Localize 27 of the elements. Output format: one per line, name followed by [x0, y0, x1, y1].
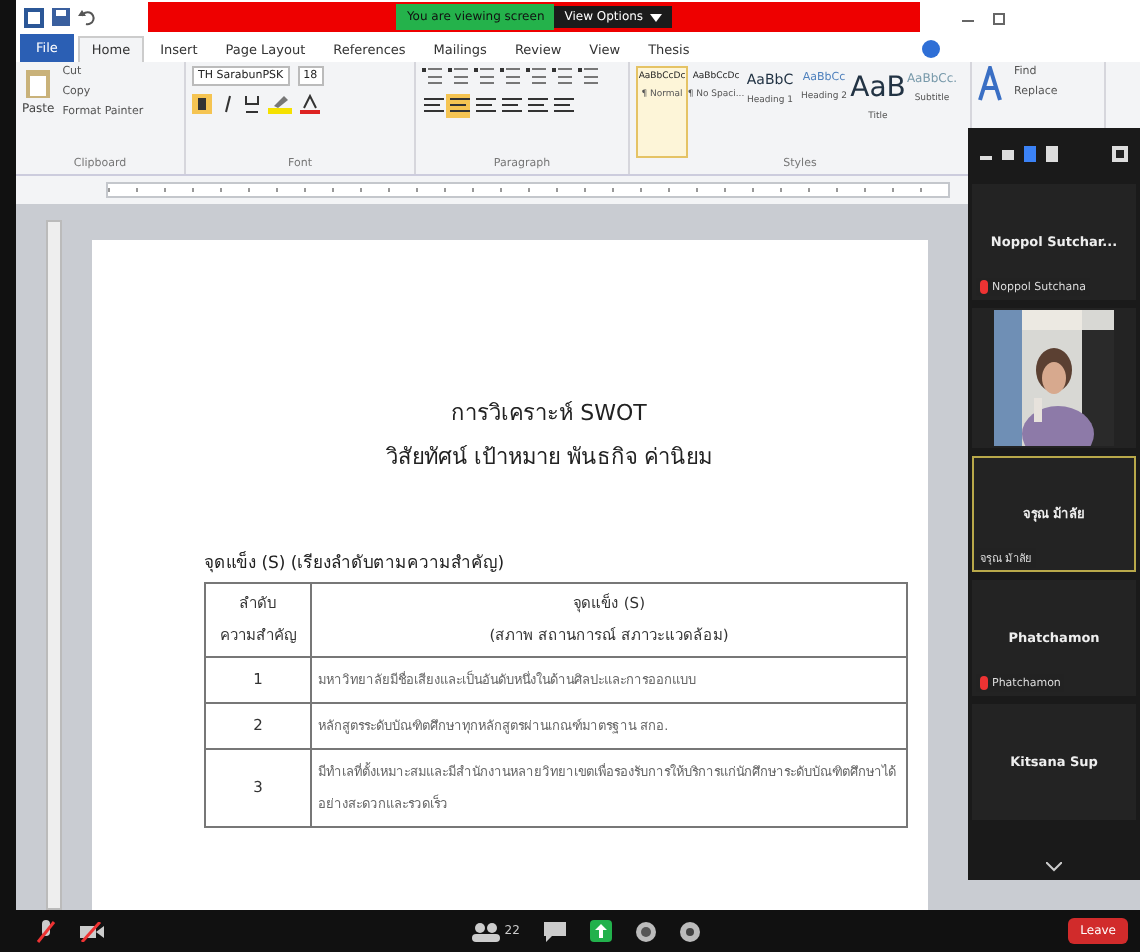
- caret-icon: [649, 13, 662, 21]
- clipboard-icon: [24, 66, 53, 98]
- undo-icon[interactable]: [78, 7, 96, 25]
- save-icon[interactable]: [52, 7, 70, 25]
- reactions-icon[interactable]: [679, 921, 700, 941]
- muted-mic-icon[interactable]: [36, 919, 56, 943]
- word-icon[interactable]: [24, 7, 44, 27]
- chat-icon[interactable]: [543, 921, 566, 941]
- highlight-icon[interactable]: [268, 94, 292, 114]
- chevron-down-icon[interactable]: [1046, 862, 1062, 872]
- italic-icon[interactable]: [220, 94, 236, 114]
- document-title: การวิเคราะห์ SWOT: [449, 398, 649, 430]
- participants-icon[interactable]: [472, 921, 501, 941]
- font-color-icon[interactable]: [300, 94, 320, 114]
- record-icon[interactable]: [635, 921, 656, 941]
- section-heading: จุดแข็ง (S) (เรียงลำดับตามความสำคัญ): [204, 549, 507, 576]
- expand-icon[interactable]: [1112, 146, 1128, 162]
- restore-icon[interactable]: [992, 9, 1008, 25]
- bold-icon[interactable]: [192, 94, 212, 114]
- share-screen-icon[interactable]: [589, 920, 612, 942]
- change-styles-icon[interactable]: [978, 66, 1006, 102]
- view-switch-icon[interactable]: [980, 146, 1060, 162]
- list-icons-drawing[interactable]: [422, 66, 602, 86]
- video-off-icon[interactable]: [80, 921, 104, 941]
- participant-tile[interactable]: [972, 308, 1136, 448]
- underline-icon[interactable]: [244, 94, 260, 114]
- document-subtitle: วิสัยทัศน์ เป้าหมาย พันธกิจ ค่านิยม: [383, 442, 715, 474]
